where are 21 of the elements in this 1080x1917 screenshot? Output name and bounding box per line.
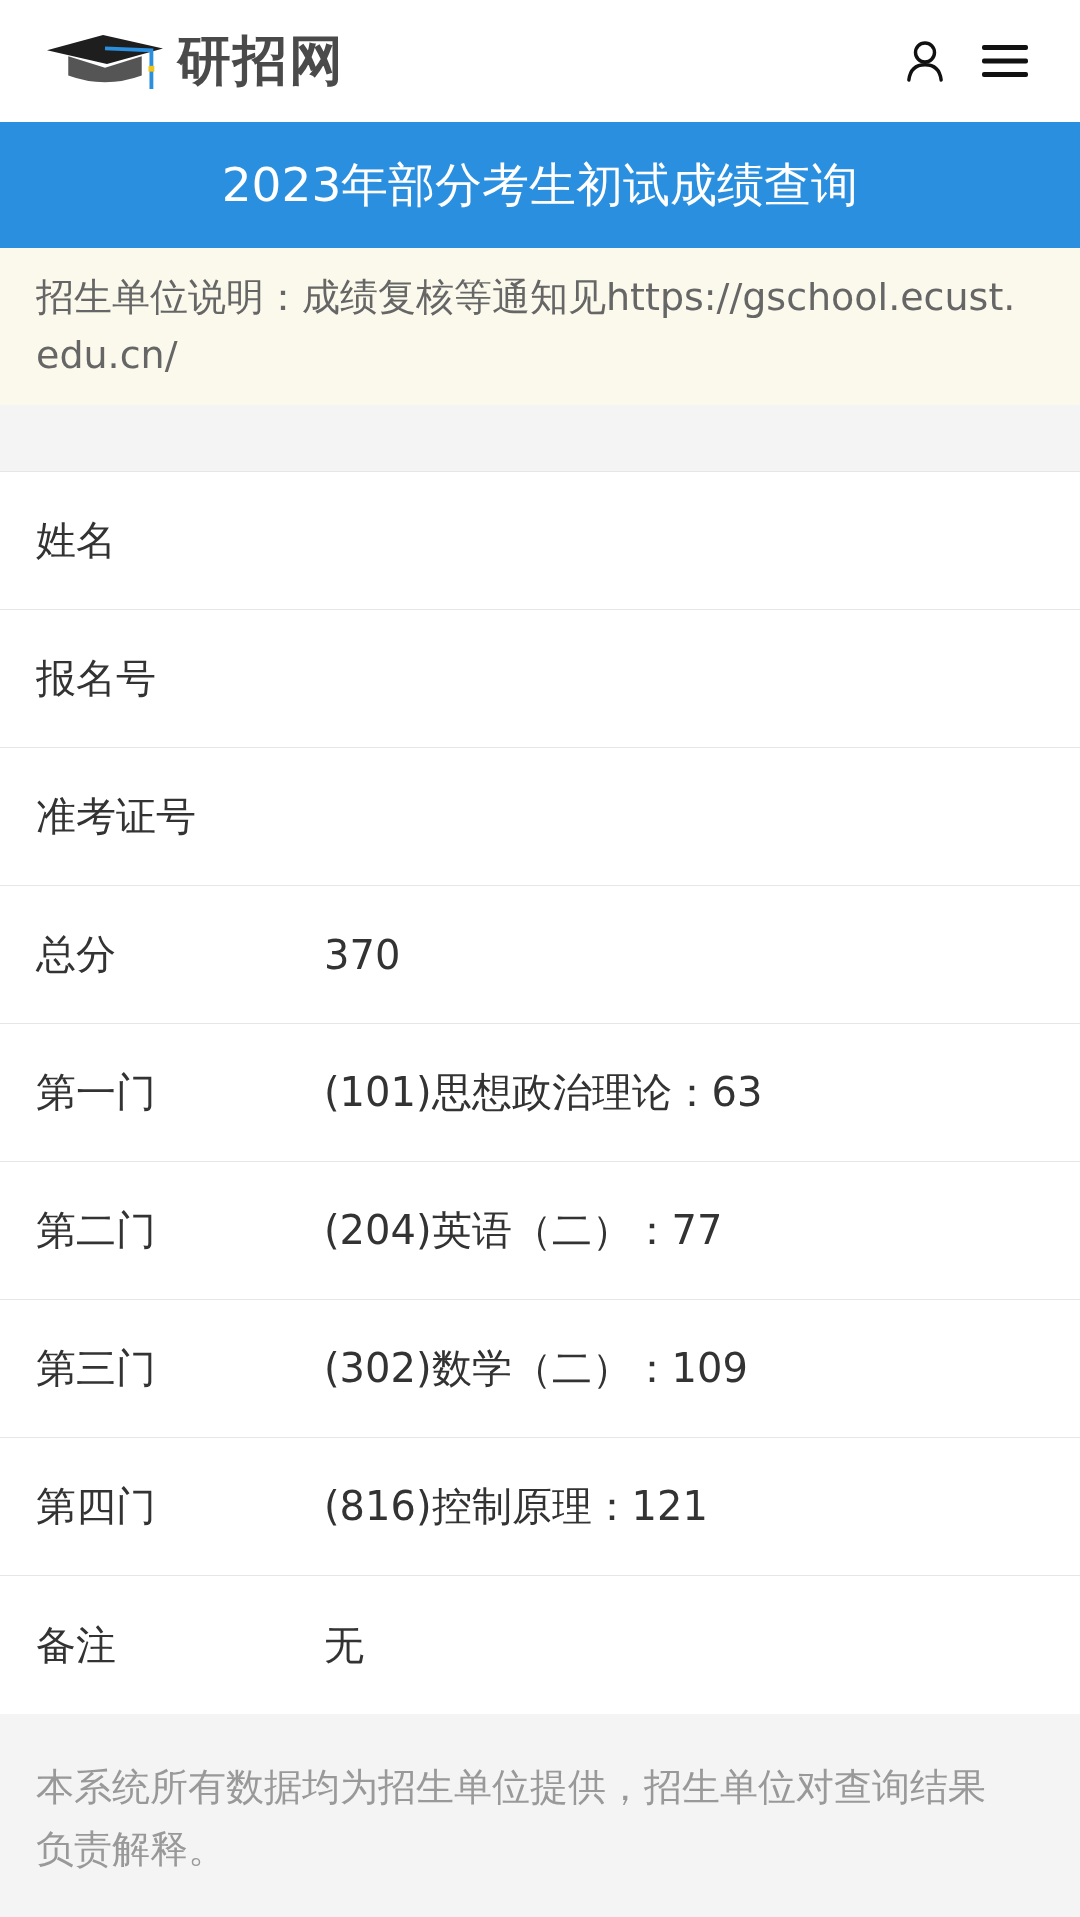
site-logo-text: 研招网 [177, 26, 345, 94]
field-label: 姓名 [36, 516, 117, 565]
field-value: 370 [324, 931, 401, 978]
field-label: 准考证号 [36, 792, 197, 841]
field-value: (302)数学（二）：109 [324, 1344, 748, 1393]
field-label: 第三门 [36, 1344, 157, 1393]
user-icon[interactable] [906, 40, 944, 82]
field-label: 第四门 [36, 1482, 157, 1531]
field-value: 无 [324, 1620, 364, 1670]
field-value: (816)控制原理：121 [324, 1482, 708, 1531]
notice-text: 招生单位说明：成绩复核等通知见https://gschool.ecust.edu.cn/ [36, 274, 1017, 379]
field-label: 第一门 [36, 1068, 157, 1117]
field-label: 总分 [36, 930, 117, 979]
page-title: 2023年部分考生初试成绩查询 [221, 155, 859, 214]
field-label: 第二门 [36, 1206, 157, 1255]
disclaimer-text: 本系统所有数据均为招生单位提供，招生单位对查询结果负责解释。 [36, 1764, 987, 1873]
field-value: (204)英语（二）：77 [324, 1206, 723, 1255]
field-value: (101)思想政治理论：63 [324, 1068, 763, 1117]
menu-icon[interactable] [982, 43, 1028, 79]
field-label: 报名号 [36, 654, 157, 703]
field-label: 备注 [36, 1620, 117, 1670]
